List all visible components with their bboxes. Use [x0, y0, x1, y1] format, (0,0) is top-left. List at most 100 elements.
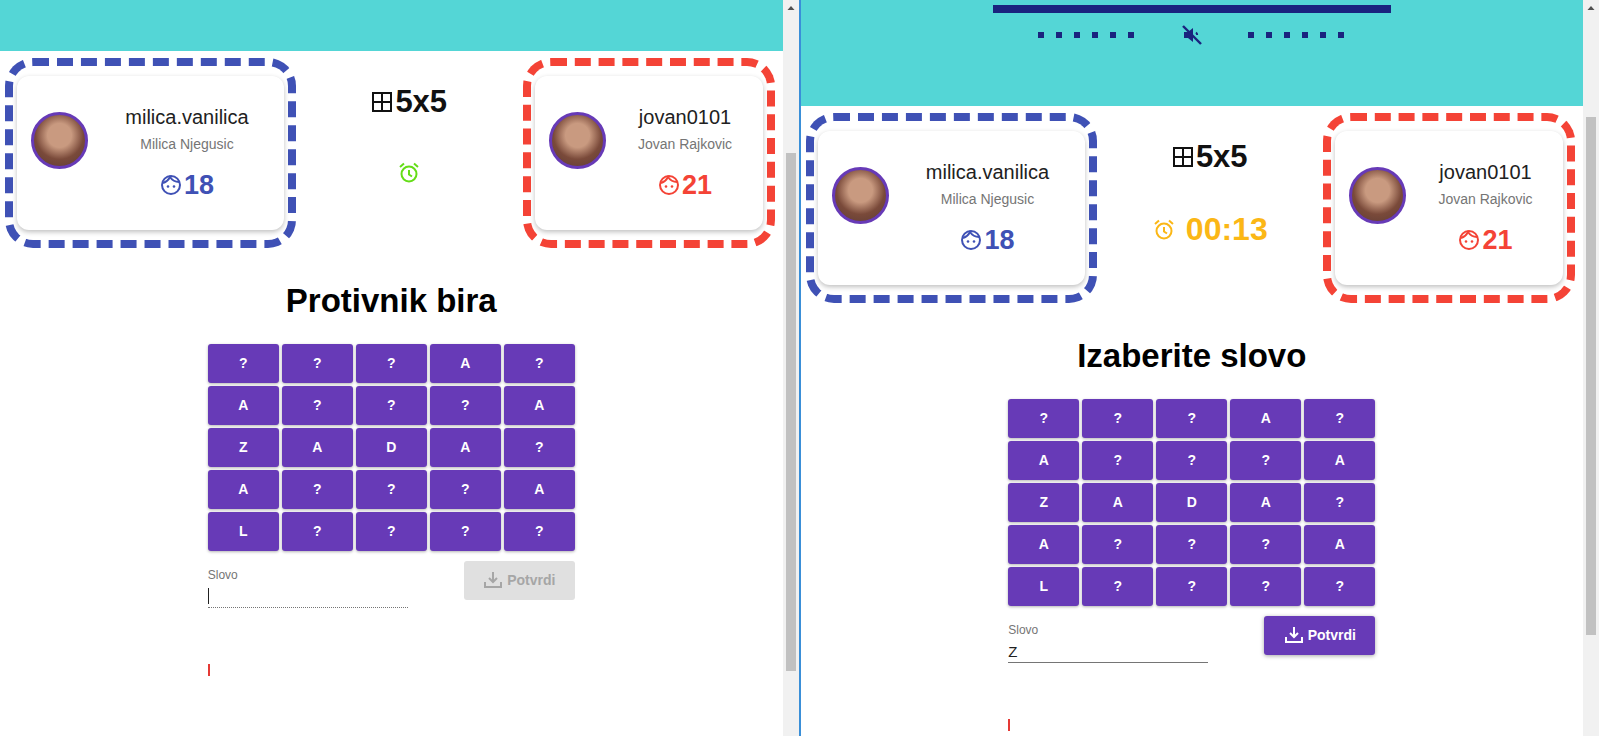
board-cell[interactable]: A	[1008, 525, 1079, 564]
board-cell[interactable]: A	[1304, 441, 1375, 480]
board-cell[interactable]: ?	[504, 344, 575, 383]
board-cell[interactable]: ?	[1304, 567, 1375, 606]
board-cell[interactable]: A	[504, 386, 575, 425]
board-cell[interactable]: A	[208, 386, 279, 425]
board-cell[interactable]: ?	[1082, 525, 1153, 564]
confirm-button-label: Potvrdi	[507, 572, 555, 588]
board-cell[interactable]: L	[208, 512, 279, 551]
board-cell[interactable]: A	[1304, 525, 1375, 564]
board-cell[interactable]: ?	[282, 344, 353, 383]
scroll-up-arrow-icon[interactable]	[1583, 0, 1599, 16]
board-cell[interactable]: Z	[1008, 483, 1079, 522]
letter-input[interactable]	[208, 582, 408, 608]
board-cell[interactable]: ?	[208, 344, 279, 383]
board-cell[interactable]: ?	[282, 386, 353, 425]
download-icon	[1284, 625, 1304, 645]
player-card: milica.vanilica Milica Njegusic 18	[17, 76, 284, 230]
letter-board: ???A?A???AZADA?A???AL????	[1008, 399, 1375, 606]
board-cell[interactable]: ?	[356, 470, 427, 509]
alarm-clock-icon	[397, 161, 421, 185]
face-icon	[1458, 229, 1480, 251]
board-cell[interactable]: A	[1230, 399, 1301, 438]
player-frame: jovan0101 Jovan Rajkovic 21	[1323, 113, 1575, 303]
player-frame: jovan0101 Jovan Rajkovic 21	[523, 58, 775, 248]
board-cell[interactable]: ?	[1230, 525, 1301, 564]
error-mark	[208, 664, 210, 676]
player-score: 18	[160, 170, 214, 201]
scroll-up-arrow-icon[interactable]	[783, 0, 799, 16]
player-card: jovan0101 Jovan Rajkovic 21	[535, 76, 763, 230]
app-header	[0, 0, 783, 51]
score-value: 21	[1482, 225, 1512, 256]
board-cell[interactable]: ?	[504, 512, 575, 551]
board-cell[interactable]: ?	[1304, 483, 1375, 522]
board-cell[interactable]: ?	[430, 470, 501, 509]
letter-field[interactable]: Slovo Z	[1008, 623, 1208, 663]
board-cell[interactable]: ?	[1304, 399, 1375, 438]
game-info: 5x5 00:13	[1097, 113, 1324, 248]
browser-window: milica.vanilica Milica Njegusic 18 5x5 j…	[0, 0, 799, 736]
board-cell[interactable]: ?	[282, 470, 353, 509]
board-cell[interactable]: D	[356, 428, 427, 467]
grid-icon	[1172, 146, 1194, 168]
player-full-name: Jovan Rajkovic	[1438, 191, 1532, 207]
board-cell[interactable]: D	[1156, 483, 1227, 522]
letter-form: Slovo Z Potvrdi	[1008, 616, 1375, 663]
player-score: 21	[658, 170, 712, 201]
board-cell[interactable]: A	[430, 428, 501, 467]
letter-field-label: Slovo	[208, 568, 408, 582]
players-row: milica.vanilica Milica Njegusic 18 5x5 j…	[0, 51, 783, 248]
sound-toggle[interactable]	[1180, 23, 1204, 47]
player-username: jovan0101	[639, 106, 731, 129]
board-cell[interactable]: ?	[430, 512, 501, 551]
board-cell[interactable]: ?	[1082, 567, 1153, 606]
player-full-name: Milica Njegusic	[140, 136, 233, 152]
scrollbar-thumb[interactable]	[786, 153, 796, 671]
board-cell[interactable]: ?	[1156, 441, 1227, 480]
board-cell[interactable]: ?	[282, 512, 353, 551]
scrollbar-thumb[interactable]	[1586, 117, 1596, 635]
board-cell[interactable]: ?	[504, 428, 575, 467]
board-cell[interactable]: ?	[356, 344, 427, 383]
scrollbar[interactable]	[783, 0, 799, 736]
board-cell[interactable]: ?	[356, 512, 427, 551]
board-cell[interactable]: ?	[1008, 399, 1079, 438]
board-cell[interactable]: ?	[1082, 441, 1153, 480]
player-full-name: Jovan Rajkovic	[638, 136, 732, 152]
confirm-button[interactable]: Potvrdi	[464, 561, 575, 600]
player-full-name: Milica Njegusic	[941, 191, 1034, 207]
board-cell[interactable]: ?	[356, 386, 427, 425]
letter-input[interactable]: Z	[1008, 637, 1208, 663]
confirm-button-label: Potvrdi	[1308, 627, 1356, 643]
board-size: 5x5	[1172, 139, 1248, 175]
board-cell[interactable]: A	[1082, 483, 1153, 522]
board-cell[interactable]: A	[1230, 483, 1301, 522]
board-cell[interactable]: A	[208, 470, 279, 509]
board-cell[interactable]: ?	[1156, 567, 1227, 606]
player-card: jovan0101 Jovan Rajkovic 21	[1335, 131, 1563, 285]
board-cell[interactable]: ?	[1230, 567, 1301, 606]
letter-field-label: Slovo	[1008, 623, 1208, 637]
board-cell[interactable]: A	[430, 344, 501, 383]
players-row: milica.vanilica Milica Njegusic 18 5x5 0…	[801, 106, 1584, 303]
scrollbar-track	[1583, 16, 1599, 736]
board-cell[interactable]: A	[1008, 441, 1079, 480]
board-cell[interactable]: Z	[208, 428, 279, 467]
scrollbar[interactable]	[1583, 0, 1599, 736]
letter-field[interactable]: Slovo	[208, 568, 408, 608]
player-username: milica.vanilica	[926, 161, 1049, 184]
confirm-button[interactable]: Potvrdi	[1264, 616, 1375, 655]
round-progress	[993, 5, 1391, 13]
board-cell[interactable]: L	[1008, 567, 1079, 606]
board-cell[interactable]: ?	[1156, 399, 1227, 438]
board-cell[interactable]: ?	[1082, 399, 1153, 438]
board-cell[interactable]: A	[504, 470, 575, 509]
board-cell[interactable]: ?	[1156, 525, 1227, 564]
dots-decoration	[1248, 32, 1346, 38]
board-cell[interactable]: A	[282, 428, 353, 467]
board-cell[interactable]: ?	[430, 386, 501, 425]
board-cell[interactable]: ?	[1230, 441, 1301, 480]
grid-icon	[371, 91, 393, 113]
scrollbar-track	[783, 16, 799, 736]
app-header	[801, 0, 1584, 106]
